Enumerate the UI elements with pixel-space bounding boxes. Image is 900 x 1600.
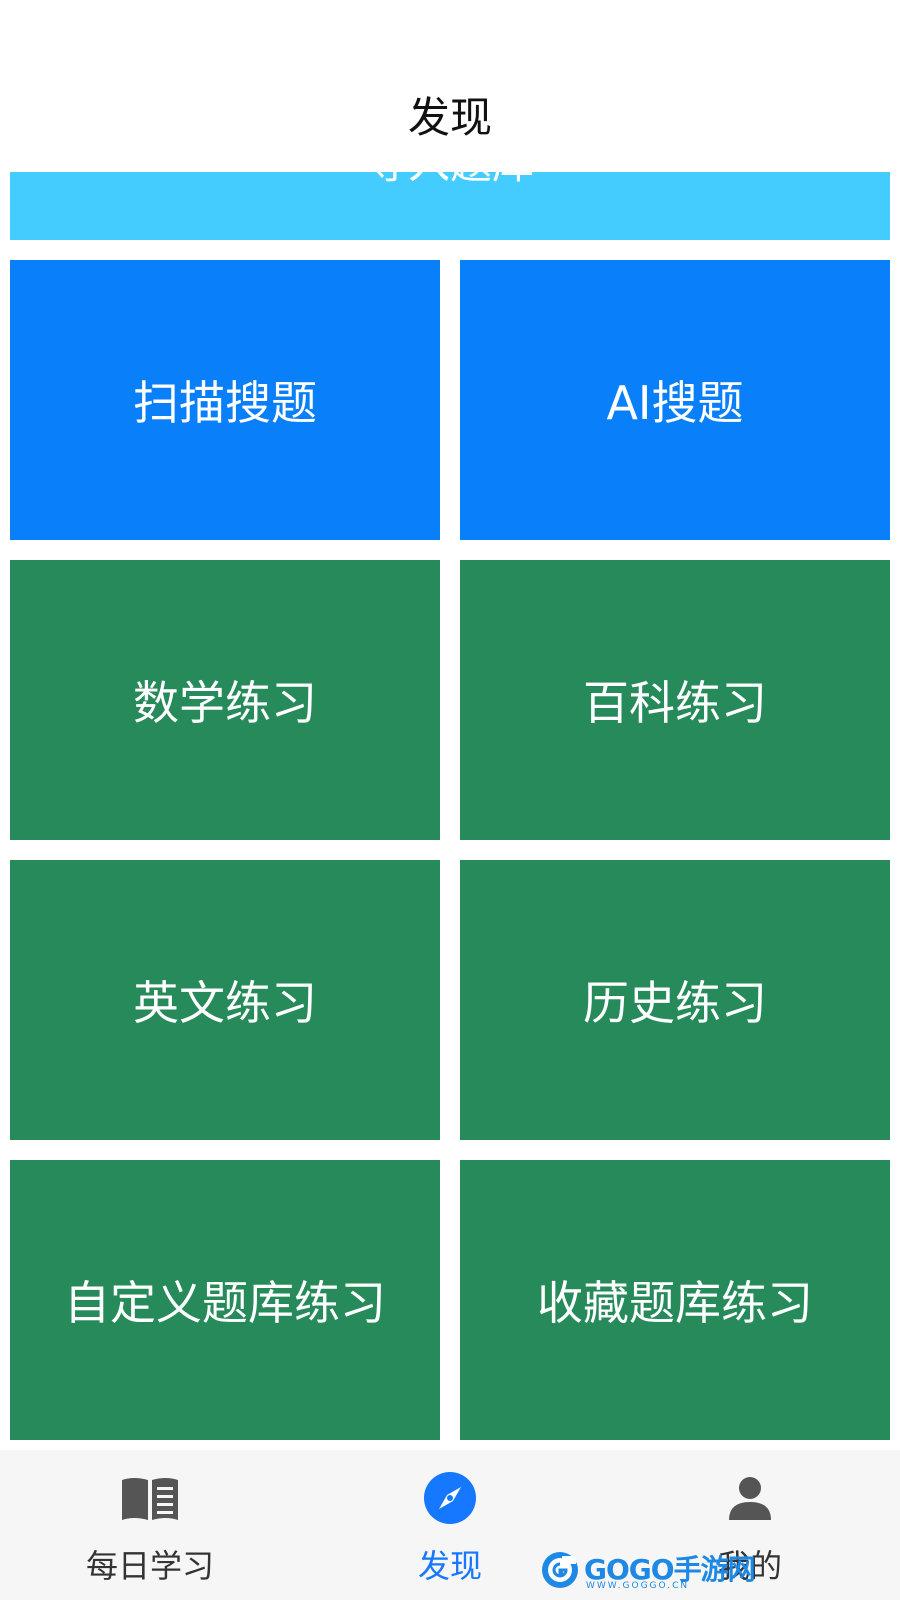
discover-page: 发现 导入题库 扫描搜题 AI搜题 数学练习 百科练习 英文练习 历史练习 自定…: [0, 0, 900, 1600]
tile-label: 扫描搜题: [133, 376, 317, 430]
custom-bank-practice-tile[interactable]: 自定义题库练习: [10, 1160, 440, 1440]
tab-label: 每日学习: [85, 1547, 214, 1585]
tile-label: 历史练习: [583, 976, 767, 1030]
tile-label: 英文练习: [133, 976, 317, 1030]
history-practice-tile[interactable]: 历史练习: [460, 860, 890, 1140]
tab-label: 发现: [417, 1547, 482, 1585]
favorite-bank-practice-tile[interactable]: 收藏题库练习: [460, 1160, 890, 1440]
gogo-logo-icon: [542, 1552, 578, 1588]
book-icon: [118, 1470, 182, 1526]
compass-icon: [418, 1470, 482, 1526]
user-icon: [718, 1470, 782, 1526]
tile-label: 数学练习: [133, 676, 317, 730]
ai-search-tile[interactable]: AI搜题: [460, 260, 890, 540]
english-practice-tile[interactable]: 英文练习: [10, 860, 440, 1140]
top-header: 发现: [0, 0, 900, 172]
tab-daily-study[interactable]: 每日学习: [0, 1450, 300, 1600]
math-practice-tile[interactable]: 数学练习: [10, 560, 440, 840]
tile-label: 自定义题库练习: [64, 1276, 386, 1330]
watermark-url: WWW.GOGGO.CN: [586, 1581, 690, 1591]
bottom-tab-bar: 每日学习 发现 我的: [0, 1450, 900, 1600]
tile-label: 百科练习: [583, 676, 767, 730]
page-title: 发现: [407, 93, 492, 142]
tile-label: AI搜题: [606, 376, 744, 430]
encyclopedia-practice-tile[interactable]: 百科练习: [460, 560, 890, 840]
gogo-watermark: GOGO手游网 WWW.GOGGO.CN: [540, 1547, 756, 1593]
feature-grid: 扫描搜题 AI搜题 数学练习 百科练习 英文练习 历史练习 自定义题库练习 收藏…: [10, 260, 890, 1440]
tile-label: 收藏题库练习: [537, 1276, 813, 1330]
scan-search-tile[interactable]: 扫描搜题: [10, 260, 440, 540]
